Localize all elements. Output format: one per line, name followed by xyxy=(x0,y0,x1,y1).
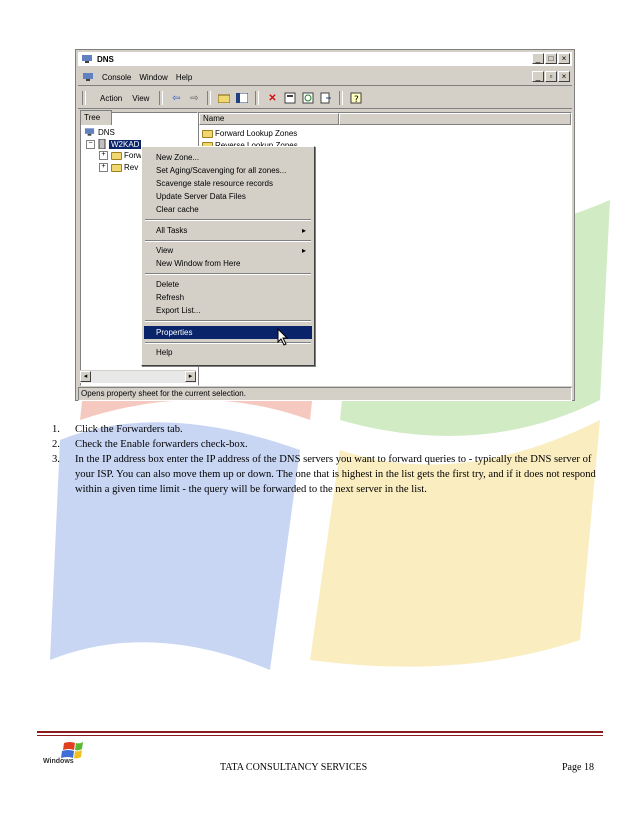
tree-child-reverse[interactable]: Rev xyxy=(124,163,138,172)
status-bar: Opens property sheet for the current sel… xyxy=(78,387,572,401)
ctx-clear-cache[interactable]: Clear cache xyxy=(144,203,312,216)
ctx-view-label: View xyxy=(156,246,174,255)
ctx-separator xyxy=(145,240,311,242)
svg-text:?: ? xyxy=(354,95,359,104)
folder-icon xyxy=(202,129,213,138)
list-item: 1. Click the Forwarders tab. xyxy=(52,422,597,437)
tree-server-node[interactable]: W2KAD xyxy=(109,139,142,149)
properties-icon[interactable] xyxy=(283,91,297,105)
scroll-left-icon[interactable]: ◂ xyxy=(80,371,91,382)
scroll-right-icon[interactable]: ▸ xyxy=(185,371,196,382)
server-icon xyxy=(98,139,106,149)
toolbar: Action View ⇦ ⇨ ✕ ? xyxy=(78,88,572,109)
list-item: 3. In the IP address box enter the IP add… xyxy=(52,452,597,497)
mdi-close-button[interactable]: × xyxy=(558,71,570,82)
ctx-new-zone[interactable]: New Zone... xyxy=(144,151,312,164)
console-icon xyxy=(83,73,93,81)
delete-icon[interactable]: ✕ xyxy=(265,91,279,105)
menu-console[interactable]: Console xyxy=(102,73,131,82)
menu-bar: Console Window Help _ ▫ × xyxy=(78,69,572,86)
column-header-name[interactable]: Name xyxy=(199,113,339,125)
maximize-button[interactable]: □ xyxy=(545,53,557,64)
menu-window[interactable]: Window xyxy=(139,73,167,82)
folder-icon xyxy=(111,163,122,172)
ctx-separator xyxy=(145,320,311,322)
menu-help[interactable]: Help xyxy=(176,73,192,82)
page-number: Page 18 xyxy=(562,762,594,773)
action-menu[interactable]: Action xyxy=(100,94,122,103)
ctx-update-server-data[interactable]: Update Server Data Files xyxy=(144,190,312,203)
mouse-cursor-icon xyxy=(277,328,289,346)
collapse-icon[interactable]: − xyxy=(86,139,95,149)
ctx-new-window[interactable]: New Window from Here xyxy=(144,257,312,270)
view-menu[interactable]: View xyxy=(132,94,149,103)
step-text: In the IP address box enter the IP addre… xyxy=(75,454,596,495)
refresh-icon[interactable] xyxy=(301,91,315,105)
submenu-arrow-icon: ▸ xyxy=(301,226,306,235)
window-title: DNS xyxy=(97,54,114,64)
step-number: 3. xyxy=(52,454,60,465)
dns-app-icon xyxy=(82,55,92,63)
logo-text: Windows xyxy=(43,758,74,765)
ctx-view[interactable]: View ▸ xyxy=(144,244,312,257)
footer-company: TATA CONSULTANCY SERVICES xyxy=(220,762,368,773)
footer-rule xyxy=(37,731,603,733)
expand-icon[interactable]: + xyxy=(99,151,108,160)
toolbar-grip xyxy=(82,91,86,105)
tree-root[interactable]: DNS xyxy=(98,128,115,137)
ctx-refresh[interactable]: Refresh xyxy=(144,291,312,304)
back-arrow-icon[interactable]: ⇦ xyxy=(169,91,183,105)
dns-node-icon xyxy=(84,128,95,136)
instruction-list: 1. Click the Forwarders tab. 2. Check the … xyxy=(52,422,597,497)
windows-logo-icon xyxy=(61,742,83,759)
ctx-delete[interactable]: Delete xyxy=(144,278,312,291)
ctx-all-tasks[interactable]: All Tasks ▸ xyxy=(144,224,312,237)
list-item[interactable]: Forward Lookup Zones xyxy=(202,129,297,138)
folder-icon xyxy=(111,151,122,160)
step-text: Click the Forwarders tab. xyxy=(75,424,183,435)
step-number: 2. xyxy=(52,439,60,450)
expand-icon[interactable]: + xyxy=(99,163,108,172)
tree-tab[interactable]: Tree xyxy=(80,110,112,125)
ctx-separator xyxy=(145,273,311,275)
ctx-scavenge[interactable]: Scavenge stale resource records xyxy=(144,177,312,190)
ctx-help[interactable]: Help xyxy=(144,346,312,359)
submenu-arrow-icon: ▸ xyxy=(301,246,306,255)
mdi-minimize-button[interactable]: _ xyxy=(532,71,544,82)
mdi-restore-button[interactable]: ▫ xyxy=(545,71,557,82)
minimize-button[interactable]: _ xyxy=(532,53,544,64)
help-icon[interactable]: ? xyxy=(349,91,363,105)
export-icon[interactable] xyxy=(319,91,333,105)
title-bar: DNS _ □ × xyxy=(78,52,572,66)
step-number: 1. xyxy=(52,424,60,435)
tree-child-forward[interactable]: Forw xyxy=(124,151,142,160)
tree-horizontal-scrollbar[interactable]: ◂ ▸ xyxy=(80,370,196,383)
footer-rule-thin xyxy=(37,735,603,736)
step-text: Check the Enable forwarders check-box. xyxy=(75,439,248,450)
ctx-separator xyxy=(145,219,311,221)
ctx-set-aging[interactable]: Set Aging/Scavenging for all zones... xyxy=(144,164,312,177)
up-folder-icon[interactable] xyxy=(217,91,231,105)
close-button[interactable]: × xyxy=(558,53,570,64)
ctx-all-tasks-label: All Tasks xyxy=(156,226,188,235)
column-header-empty[interactable] xyxy=(339,113,571,125)
ctx-export-list[interactable]: Export List... xyxy=(144,304,312,317)
show-tree-icon[interactable] xyxy=(235,91,249,105)
list-item: 2. Check the Enable forwarders check-box. xyxy=(52,437,597,452)
list-item-label: Forward Lookup Zones xyxy=(215,129,298,138)
forward-arrow-icon[interactable]: ⇨ xyxy=(187,91,201,105)
